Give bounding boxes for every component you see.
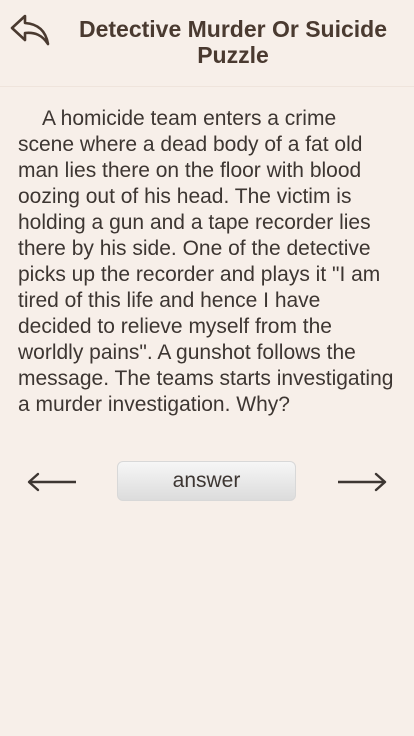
page: Detective Murder Or Suicide Puzzle A hom… — [0, 0, 414, 736]
previous-button[interactable] — [22, 461, 82, 503]
page-title: Detective Murder Or Suicide Puzzle — [78, 16, 388, 68]
next-button[interactable] — [332, 461, 392, 503]
answer-button[interactable]: answer — [117, 461, 296, 501]
header: Detective Murder Or Suicide Puzzle — [0, 0, 414, 87]
reply-arrow-icon — [10, 14, 50, 46]
puzzle-navigation: answer — [0, 461, 414, 503]
back-button[interactable] — [8, 10, 52, 50]
left-arrow-icon — [27, 472, 76, 492]
puzzle-text: A homicide team enters a crime scene whe… — [18, 107, 394, 416]
right-arrow-icon — [338, 472, 387, 492]
